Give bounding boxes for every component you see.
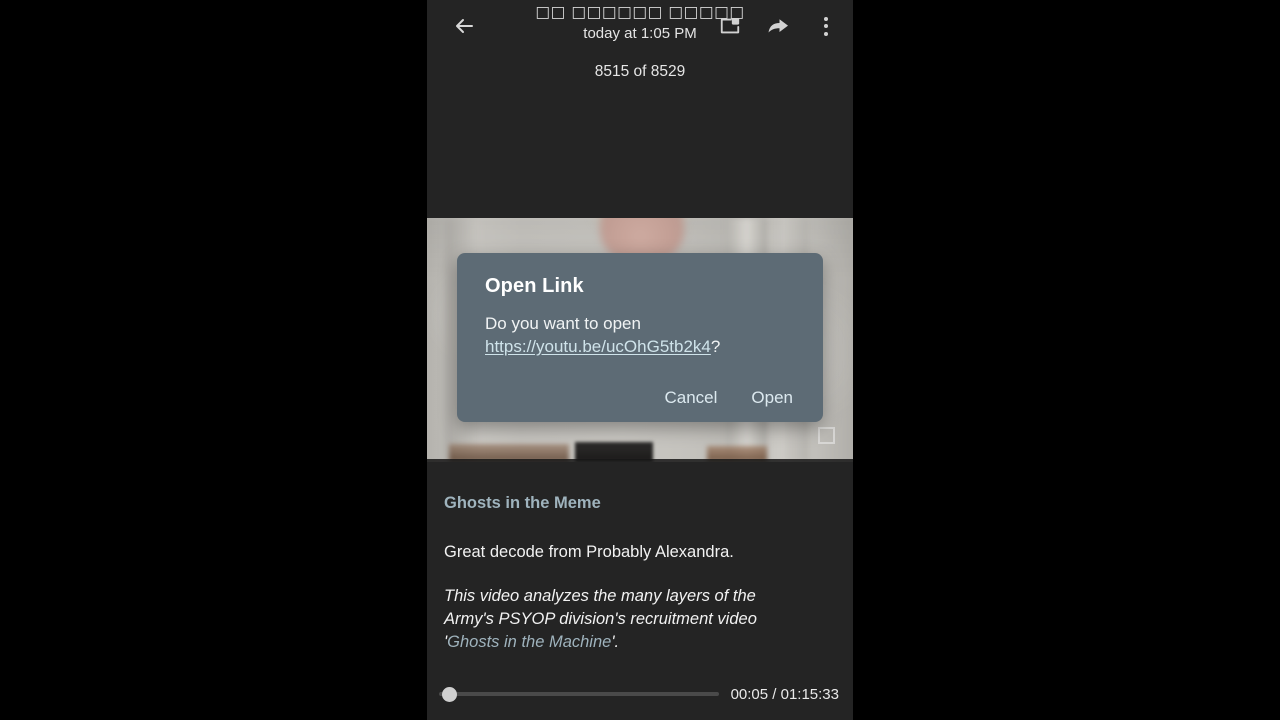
arrow-back-icon — [456, 19, 473, 33]
seek-thumb[interactable] — [442, 686, 457, 702]
dialog-message-prefix: Do you want to open — [485, 314, 641, 333]
caption-body: Great decode from Probably Alexandra. — [444, 543, 734, 561]
dialog-actions: Cancel Open — [457, 384, 823, 412]
phone-content: □□ □□□□□□ □□□□□ today at 1:05 PM 8515 of… — [427, 0, 853, 720]
picture-in-picture-icon — [720, 18, 740, 34]
caption-inline-link[interactable]: Ghosts in the Machine — [447, 633, 611, 651]
dialog-url-link[interactable]: https://youtu.be/ucOhG5tb2k4 — [485, 337, 711, 356]
open-button[interactable]: Open — [749, 384, 795, 412]
time-display: 00:05 / 01:15:33 — [730, 685, 839, 703]
caption-description-suffix: '. — [611, 633, 620, 651]
cancel-button[interactable]: Cancel — [662, 384, 719, 412]
app-bar-actions — [717, 8, 839, 44]
message-counter: 8515 of 8529 — [594, 63, 686, 80]
more-vertical-icon-dot — [824, 24, 828, 28]
caption-description: This video analyzes the many layers of t… — [444, 585, 804, 654]
overflow-menu-button[interactable] — [813, 13, 839, 39]
caption-title-link[interactable]: Ghosts in the Meme — [444, 492, 835, 514]
fullscreen-expand-icon-corner — [826, 435, 835, 444]
dialog-title: Open Link — [485, 275, 584, 297]
more-vertical-icon-dot — [824, 16, 828, 21]
picture-in-picture-button[interactable] — [717, 13, 743, 39]
message-counter-row: 8515 of 8529 — [427, 52, 853, 92]
more-vertical-icon-dot — [824, 31, 828, 36]
message-caption: Ghosts in the Meme Great decode from Pro… — [427, 462, 853, 654]
seek-track — [439, 692, 719, 696]
app-bar: □□ □□□□□□ □□□□□ today at 1:05 PM — [427, 0, 853, 52]
share-forward-icon — [768, 19, 788, 33]
dialog-message: Do you want to open https://youtu.be/ucO… — [485, 312, 797, 358]
fullscreen-button[interactable] — [818, 427, 835, 444]
share-button[interactable] — [765, 13, 791, 39]
video-player[interactable]: Open Link Do you want to open https://yo… — [427, 218, 853, 462]
player-controls: 00:05 / 01:15:33 — [427, 668, 853, 720]
seek-bar[interactable] — [439, 684, 719, 704]
back-button[interactable] — [445, 8, 483, 44]
dialog-message-suffix: ? — [710, 337, 721, 356]
screen: □□ □□□□□□ □□□□□ today at 1:05 PM 8515 of… — [0, 0, 1280, 720]
open-link-dialog: Open Link Do you want to open https://yo… — [457, 253, 823, 422]
